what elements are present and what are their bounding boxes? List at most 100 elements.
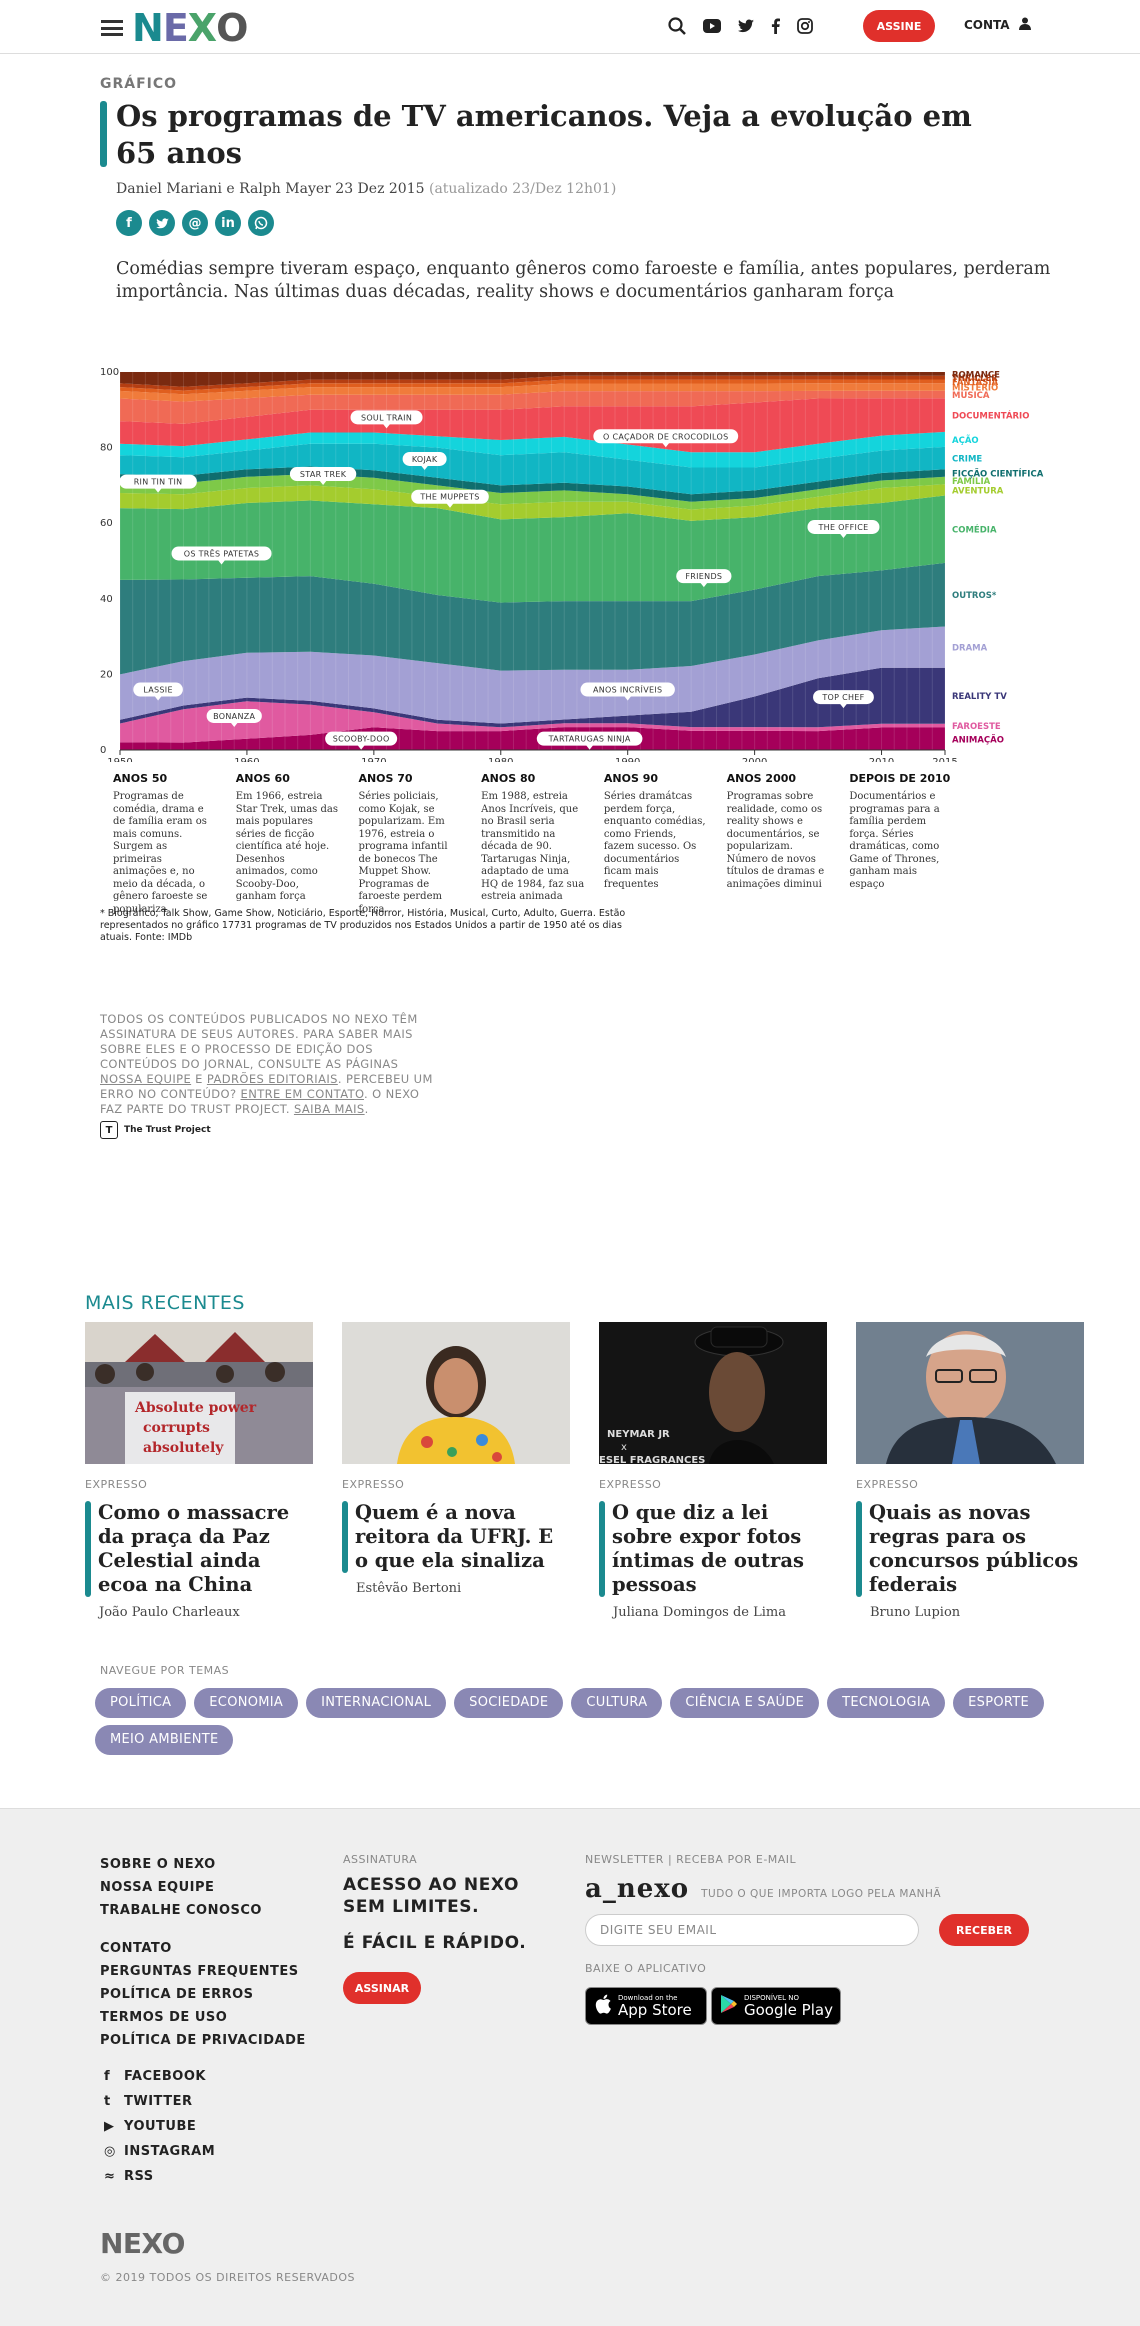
share-whatsapp-icon[interactable] [248,210,274,236]
footer-social-link[interactable]: ≈ RSS [104,2164,215,2189]
card-section: EXPRESSO [856,1478,919,1491]
saiba-mais-link[interactable]: Saiba mais [294,1102,365,1116]
x-tick-label: 1990 [615,757,640,762]
app-store-button[interactable]: Download on the App Store [585,1987,707,2025]
recent-card[interactable]: NEYMAR JR x ESEL FRAGRANCES EXPRESSO O q… [599,1322,827,1620]
share-facebook-icon[interactable]: f [116,210,142,236]
tema-chip[interactable]: INTERNACIONAL [306,1688,447,1718]
assinatura-headline-2: É FÁCIL E RÁPIDO. [343,1933,527,1953]
legend-label: REALITY TV [952,692,1007,702]
footer-link[interactable]: PERGUNTAS FREQUENTES [100,1960,306,1983]
footer-link[interactable]: POLÍTICA DE ERROS [100,1983,306,2006]
card-headline[interactable]: Quais as novas regras para os concursos … [869,1501,1084,1597]
facebook-icon[interactable] [771,18,780,34]
x-tick-label: 1980 [488,757,513,762]
footer-social-link[interactable]: ◎ INSTAGRAM [104,2139,215,2164]
footer-link[interactable]: TRABALHE CONOSCO [100,1899,306,1922]
decade-text: Séries policiais, como Kojak, se popular… [358,791,448,915]
trust-project-badge[interactable]: T The Trust Project [100,1121,211,1139]
tema-chip[interactable]: CULTURA [571,1688,663,1718]
instagram-icon[interactable] [797,18,813,34]
footer-logo[interactable]: NEXO [100,2227,185,2260]
assinatura-headline-1: ACESSO AO NEXO SEM LIMITES. [343,1875,520,1917]
card-author[interactable]: Estêvão Bertoni [356,1581,570,1596]
card-section: EXPRESSO [342,1478,405,1491]
receber-button[interactable]: RECEBER [939,1914,1029,1946]
footer-social-label: YOUTUBE [124,2119,197,2134]
share-email-icon[interactable]: @ [182,210,208,236]
user-icon [1018,17,1031,30]
decade-label: DEPOIS DE 2010 [849,772,951,785]
tema-chip[interactable]: ECONOMIA [194,1688,299,1718]
footer-link[interactable]: TERMOS DE USO [100,2006,306,2029]
card-headline[interactable]: Quem é a nova reitora da UFRJ. E o que e… [355,1501,570,1573]
footer-link[interactable]: CONTATO [100,1937,306,1960]
legal-text-and: e [191,1072,207,1086]
recent-card[interactable]: Absolute power corrupts absolutely EXPRE… [85,1322,313,1620]
tema-chip[interactable]: SOCIEDADE [454,1688,564,1718]
nossa-equipe-link[interactable]: Nossa equipe [100,1072,191,1086]
legend-label: AÇÃO [952,435,979,446]
menu-icon[interactable] [101,20,123,36]
card-author[interactable]: Bruno Lupion [870,1605,1084,1620]
tema-chip[interactable]: POLÍTICA [95,1688,187,1718]
search-icon[interactable] [668,17,686,35]
decade-label: ANOS 80 [481,772,536,785]
chart-footnote: * Biográfico, Talk Show, Game Show, Noti… [100,908,626,943]
footer-social-link[interactable]: t TWITTER [104,2089,215,2114]
account-button[interactable]: CONTA [964,17,1031,32]
annotation-label: SCOOBY-DOO [333,735,390,744]
protest-sign-line-2: corrupts [143,1420,210,1436]
card-photo-portrait[interactable] [342,1322,570,1464]
share-twitter-icon[interactable] [149,210,175,236]
card-photo-neymar[interactable]: NEYMAR JR x ESEL FRAGRANCES [599,1322,827,1464]
footer-link[interactable]: NOSSA EQUIPE [100,1876,306,1899]
legend-label: ROMANCE [952,370,1000,380]
decade-note: ANOS 70 Séries policiais, como Kojak, se … [358,772,462,916]
twitter-icon: t [104,2094,111,2109]
footer-link[interactable]: POLÍTICA DE PRIVACIDADE [100,2029,306,2052]
backdrop-text-3: ESEL FRAGRANCES [599,1455,705,1464]
trust-project-label: The Trust Project [124,1125,211,1135]
tema-chip[interactable]: CIÊNCIA E SAÚDE [670,1688,820,1718]
recent-card[interactable]: EXPRESSO Quem é a nova reitora da UFRJ. … [342,1322,570,1620]
padroes-editoriais-link[interactable]: Padrões editoriais [207,1072,338,1086]
decade-note: ANOS 2000 Programas sobre realidade, como… [727,772,831,916]
footer-social-link[interactable]: f FACEBOOK [104,2064,215,2089]
tema-chip[interactable]: MEIO AMBIENTE [95,1725,234,1755]
card-headline[interactable]: O que diz a lei sobre expor fotos íntima… [612,1501,827,1597]
recent-articles: Absolute power corrupts absolutely EXPRE… [85,1322,1084,1620]
assinar-button[interactable]: ASSINAR [343,1972,421,2004]
card-section: EXPRESSO [599,1478,662,1491]
tema-chip[interactable]: TECNOLOGIA [827,1688,946,1718]
recent-card[interactable]: EXPRESSO Quais as novas regras para os c… [856,1322,1084,1620]
assine-button[interactable]: ASSINE [863,10,935,42]
legend-label: CRIME [952,455,982,465]
app-label: BAIXE O APLICATIVO [585,1962,707,1975]
footer-link[interactable]: SOBRE O NEXO [100,1853,306,1876]
footer-social-label: INSTAGRAM [124,2144,216,2159]
card-headline[interactable]: Como o massacre da praça da Paz Celestia… [98,1501,313,1597]
share-bar: f @ in [116,210,274,236]
youtube-icon[interactable] [703,19,721,33]
entre-em-contato-link[interactable]: Entre em contato [241,1087,364,1101]
card-author[interactable]: Juliana Domingos de Lima [613,1605,827,1620]
footer-social-link[interactable]: ▶ YOUTUBE [104,2114,215,2139]
email-input[interactable]: DIGITE SEU EMAIL [585,1914,919,1946]
title-accent-bar [100,101,107,167]
site-logo[interactable]: NEXO [132,6,248,50]
card-author[interactable]: João Paulo Charleaux [99,1605,313,1620]
decade-note: ANOS 50 Programas de comédia, drama e de … [113,772,217,916]
annotation-label: TOP CHEF [821,693,864,702]
decade-label: ANOS 90 [603,772,659,785]
twitter-icon[interactable] [738,19,754,33]
card-photo-protest[interactable]: Absolute power corrupts absolutely [85,1322,313,1464]
gplay-big: Google Play [744,2001,833,2019]
genre-area-chart: ANIMAÇÃO FAROESTE REALITY TV DRAMA OUTROS* CO… [100,367,1044,762]
google-play-button[interactable]: DISPONÍVEL NO Google Play [711,1987,841,2025]
legend-label: ANIMAÇÃO [952,734,1004,745]
card-photo-minister[interactable] [856,1322,1084,1464]
annotation-label: SOUL TRAIN [361,413,412,422]
share-linkedin-icon[interactable]: in [215,210,241,236]
tema-chip[interactable]: ESPORTE [953,1688,1045,1718]
